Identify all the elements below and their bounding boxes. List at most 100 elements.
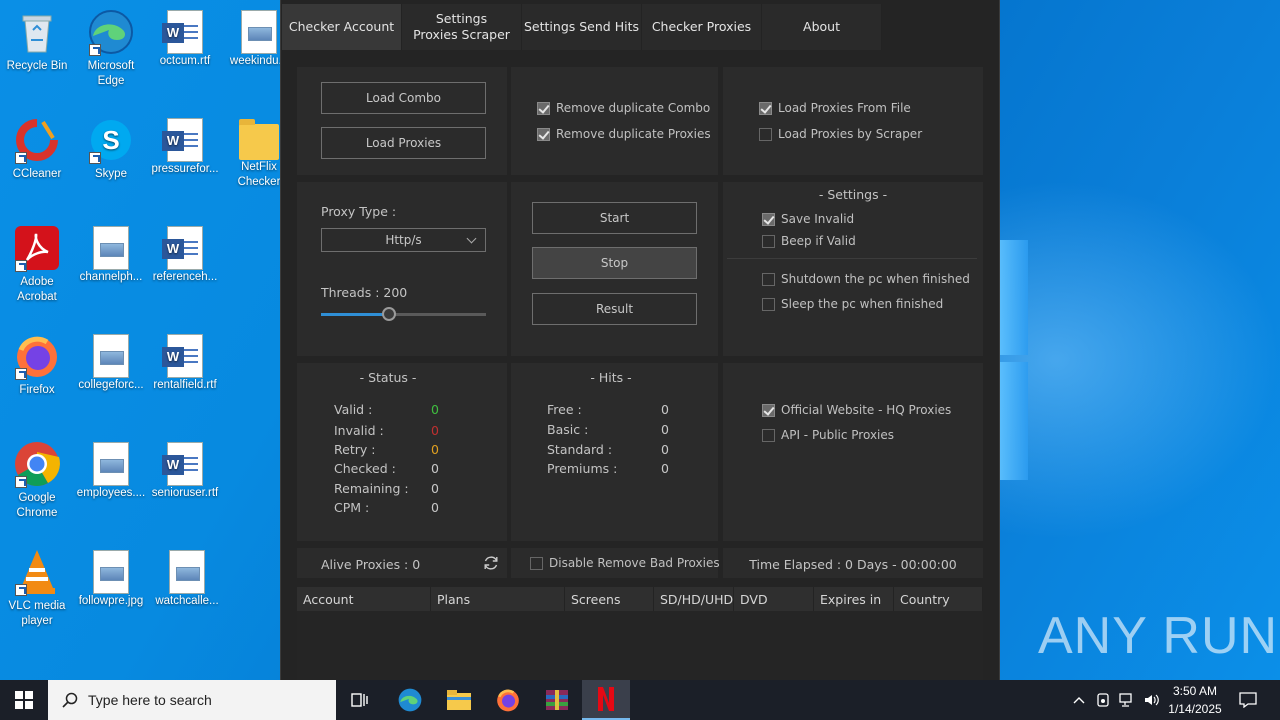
volume-icon bbox=[1145, 694, 1159, 706]
task-view-button[interactable] bbox=[336, 680, 384, 720]
checkbox-unchecked-icon bbox=[759, 127, 772, 141]
desktop-icon-collegeforc[interactable]: collegeforc... bbox=[74, 332, 148, 393]
official-website-checkbox[interactable]: Official Website - HQ Proxies bbox=[762, 403, 951, 417]
icon-label: collegeforc... bbox=[78, 379, 144, 391]
start-button[interactable]: Start bbox=[532, 202, 697, 234]
shutdown-checkbox[interactable]: Shutdown the pc when finished bbox=[762, 272, 970, 286]
threads-slider-thumb[interactable] bbox=[381, 307, 396, 321]
desktop-icon-adobe-acrobat[interactable]: Adobe Acrobat bbox=[0, 224, 74, 305]
disable-remove-bad-proxies-checkbox[interactable]: Disable Remove Bad Proxies bbox=[530, 556, 720, 570]
desktop-icon-skype[interactable]: S Skype bbox=[74, 116, 148, 182]
icon-label: channelph... bbox=[79, 271, 143, 283]
column-header-expires-in[interactable]: Expires in bbox=[814, 587, 894, 611]
desktop-icon-channelph[interactable]: channelph... bbox=[74, 224, 148, 285]
taskbar-netflix-checker[interactable] bbox=[582, 680, 630, 720]
hits-label: Free : bbox=[547, 402, 582, 417]
desktop-icon-firefox[interactable]: Firefox bbox=[0, 332, 74, 398]
desktop-icon-google-chrome[interactable]: Google Chrome bbox=[0, 440, 74, 521]
desktop-icon-followpre[interactable]: followpre.jpg bbox=[74, 548, 148, 609]
firefox-icon bbox=[497, 689, 519, 712]
settings-divider bbox=[727, 258, 977, 259]
refresh-icon[interactable] bbox=[482, 554, 500, 572]
tab-about[interactable]: About bbox=[762, 4, 882, 50]
hits-panel bbox=[511, 363, 718, 541]
desktop-icon-vlc-media-player[interactable]: VLC media player bbox=[0, 548, 74, 629]
tray-device-button[interactable] bbox=[1092, 680, 1114, 720]
column-header-screens[interactable]: Screens bbox=[565, 587, 654, 611]
windows-start-icon bbox=[15, 691, 33, 709]
result-button[interactable]: Result bbox=[532, 293, 697, 325]
save-invalid-checkbox[interactable]: Save Invalid bbox=[762, 212, 854, 226]
column-header-plans[interactable]: Plans bbox=[431, 587, 565, 611]
tab-checker-account[interactable]: Checker Account bbox=[282, 4, 402, 50]
icon-label: VLC media player bbox=[8, 600, 66, 627]
desktop-icon-ccleaner[interactable]: CCleaner bbox=[0, 116, 74, 182]
status-label: Invalid : bbox=[334, 423, 384, 438]
tray-volume-button[interactable] bbox=[1140, 680, 1162, 720]
column-header-dvd[interactable]: DVD bbox=[734, 587, 814, 611]
desktop-icon-senioruser[interactable]: W senioruser.rtf bbox=[148, 440, 222, 501]
word-document-icon: W bbox=[162, 334, 203, 378]
column-header-country[interactable]: Country bbox=[894, 587, 983, 611]
load-proxies-by-scraper-checkbox[interactable]: Load Proxies by Scraper bbox=[759, 127, 922, 141]
column-header-account[interactable]: Account bbox=[297, 587, 431, 611]
api-public-proxies-checkbox[interactable]: API - Public Proxies bbox=[762, 428, 894, 442]
taskbar-winrar[interactable] bbox=[533, 680, 581, 720]
checkbox-label: Official Website - HQ Proxies bbox=[781, 403, 952, 417]
icon-label: followpre.jpg bbox=[78, 595, 144, 607]
desktop-icon-employees[interactable]: employees.... bbox=[74, 440, 148, 501]
wallpaper-glow bbox=[1000, 180, 1280, 540]
checkbox-checked-icon bbox=[759, 101, 772, 115]
tab-checker-proxies[interactable]: Checker Proxies bbox=[642, 4, 762, 50]
tray-network-button[interactable] bbox=[1116, 680, 1138, 720]
status-label: Remaining : bbox=[334, 481, 409, 496]
results-table-header: Account Plans Screens SD/HD/UHD DVD Expi… bbox=[297, 587, 983, 611]
desktop-icon-microsoft-edge[interactable]: Microsoft Edge bbox=[74, 8, 148, 89]
remove-duplicate-proxies-checkbox[interactable]: Remove duplicate Proxies bbox=[537, 127, 711, 141]
checkbox-unchecked-icon bbox=[762, 234, 775, 248]
stop-button[interactable]: Stop bbox=[532, 247, 697, 279]
desktop-icon-referenceh[interactable]: W referenceh... bbox=[148, 224, 222, 285]
tab-settings-proxies-scraper[interactable]: Settings Proxies Scraper bbox=[402, 4, 522, 50]
chevron-down-icon bbox=[466, 233, 477, 244]
taskbar-file-explorer[interactable] bbox=[435, 680, 483, 720]
taskbar-clock[interactable]: 3:50 AM 1/14/2025 bbox=[1160, 682, 1230, 718]
checkbox-label: Save Invalid bbox=[781, 212, 855, 226]
icon-label: pressurefor... bbox=[151, 163, 219, 175]
search-placeholder: Type here to search bbox=[88, 692, 212, 708]
device-icon bbox=[1097, 693, 1109, 707]
load-combo-button[interactable]: Load Combo bbox=[321, 82, 486, 114]
sleep-checkbox[interactable]: Sleep the pc when finished bbox=[762, 297, 943, 311]
proxy-type-select[interactable]: Http/s bbox=[321, 228, 486, 252]
desktop-icon-pressurefor[interactable]: W pressurefor... bbox=[148, 116, 222, 177]
remove-duplicate-combo-checkbox[interactable]: Remove duplicate Combo bbox=[537, 101, 710, 115]
alive-proxies-label: Alive Proxies : 0 bbox=[321, 557, 421, 572]
edge-icon bbox=[87, 8, 135, 56]
desktop-icon-recycle-bin[interactable]: Recycle Bin bbox=[0, 8, 74, 74]
status-label: Retry : bbox=[334, 442, 376, 457]
load-proxies-from-file-checkbox[interactable]: Load Proxies From File bbox=[759, 101, 911, 115]
tab-bar: Checker Account Settings Proxies Scraper… bbox=[282, 4, 882, 50]
taskbar-edge[interactable] bbox=[386, 680, 434, 720]
taskbar-search-box[interactable]: Type here to search bbox=[48, 680, 336, 720]
column-header-sd-hd-uhd[interactable]: SD/HD/UHD bbox=[654, 587, 734, 611]
status-value: 0 bbox=[431, 442, 439, 457]
image-file-icon bbox=[93, 226, 129, 270]
checkbox-checked-icon bbox=[762, 212, 775, 226]
show-hidden-icons-button[interactable] bbox=[1068, 680, 1090, 720]
load-proxies-button[interactable]: Load Proxies bbox=[321, 127, 486, 159]
status-label: CPM : bbox=[334, 500, 370, 515]
checkbox-checked-icon bbox=[537, 101, 550, 115]
search-icon bbox=[62, 692, 78, 708]
desktop-icon-watchcalle[interactable]: watchcalle... bbox=[150, 548, 224, 609]
notifications-button[interactable] bbox=[1234, 680, 1262, 720]
desktop-icon-octcum[interactable]: W octcum.rtf bbox=[148, 8, 222, 69]
start-button[interactable] bbox=[0, 680, 48, 720]
threads-slider[interactable] bbox=[321, 307, 486, 321]
tab-settings-send-hits[interactable]: Settings Send Hits bbox=[522, 4, 642, 50]
beep-if-valid-checkbox[interactable]: Beep if Valid bbox=[762, 234, 856, 248]
taskbar-firefox[interactable] bbox=[484, 680, 532, 720]
checkbox-label: Disable Remove Bad Proxies bbox=[549, 556, 720, 570]
website-panel bbox=[723, 363, 983, 541]
desktop-icon-rentalfield[interactable]: W rentalfield.rtf bbox=[148, 332, 222, 393]
